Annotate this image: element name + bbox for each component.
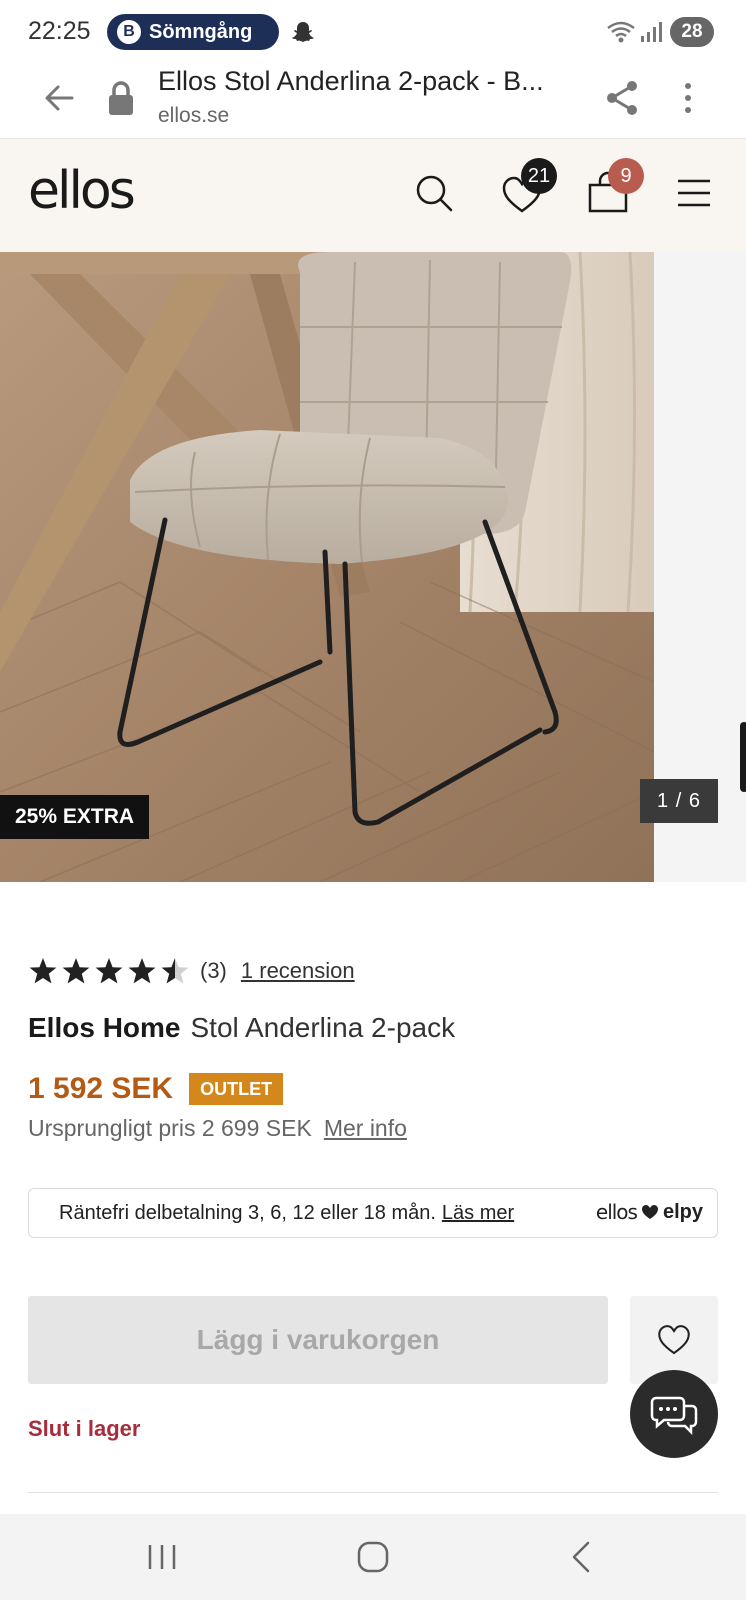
product-rating: (3) 1 recension <box>28 954 355 988</box>
snapchat-icon <box>292 22 314 42</box>
partner-elpy: elpy <box>662 1200 703 1223</box>
product-image-gallery[interactable]: 25% EXTRA 1 / 6 <box>0 252 746 882</box>
product-name: Stol Anderlina 2-pack <box>190 1012 456 1043</box>
chat-bubbles-icon <box>650 1396 698 1436</box>
status-time: 22:25 <box>28 17 91 45</box>
notification-app-icon: B <box>117 20 141 44</box>
read-more-link[interactable]: Läs mer <box>442 1202 514 1225</box>
product-brand[interactable]: Ellos Home <box>28 1012 180 1043</box>
product-price: 1 592 SEK <box>28 1072 174 1105</box>
next-image-edge <box>740 722 746 792</box>
share-icon[interactable] <box>604 78 640 118</box>
stock-status: Slut i lager <box>28 1416 141 1441</box>
recent-apps-icon[interactable] <box>146 1542 178 1572</box>
nav-back-icon[interactable] <box>568 1540 594 1574</box>
lock-icon <box>109 81 133 115</box>
more-options-icon[interactable] <box>676 80 700 116</box>
system-navigation-bar <box>0 1514 746 1600</box>
home-icon[interactable] <box>356 1541 390 1573</box>
chat-button[interactable] <box>630 1370 718 1458</box>
battery-icon: 28 <box>670 17 714 47</box>
wishlist-count-badge: 21 <box>521 158 557 194</box>
hamburger-menu-icon[interactable] <box>676 177 712 209</box>
heart-outline-icon <box>658 1325 690 1355</box>
review-link[interactable]: 1 recension <box>241 958 355 984</box>
add-to-cart-button[interactable]: Lägg i varukorgen <box>28 1296 608 1384</box>
browser-url-bar: Ellos Stol Anderlina 2-pack - B... ellos… <box>0 62 746 139</box>
site-header: ellos 21 9 <box>0 139 746 252</box>
heart-icon <box>641 1205 658 1219</box>
rating-stars <box>29 958 189 984</box>
page-title[interactable]: Ellos Stol Anderlina 2-pack - B... <box>158 66 578 97</box>
cart-count-badge: 9 <box>608 158 644 194</box>
star-icon <box>29 958 57 984</box>
star-icon <box>62 958 90 984</box>
rating-count: (3) <box>200 958 227 983</box>
notification-label: Sömngång <box>149 20 253 43</box>
price-row: 1 592 SEK OUTLET <box>28 1072 284 1106</box>
outlet-badge: OUTLET <box>189 1073 284 1105</box>
star-icon <box>128 958 156 984</box>
signal-icon <box>641 22 662 42</box>
wifi-icon <box>607 21 635 43</box>
ellos-elpy-logo: ellos elpy <box>596 1200 703 1224</box>
promo-badge: 25% EXTRA <box>0 795 150 839</box>
original-price-row: Ursprungligt pris 2 699 SEK Mer info <box>28 1115 407 1142</box>
back-arrow-icon[interactable] <box>40 78 80 118</box>
search-icon[interactable] <box>414 173 454 213</box>
url-domain[interactable]: ellos.se <box>158 104 229 128</box>
notification-pill[interactable]: B Sömngång <box>107 14 279 50</box>
financing-banner[interactable]: Räntefri delbetalning 3, 6, 12 eller 18 … <box>28 1188 718 1238</box>
section-divider <box>28 1492 718 1493</box>
partner-ellos: ellos <box>595 1200 638 1224</box>
product-title: Ellos Home Stol Anderlina 2-pack <box>28 1012 455 1044</box>
more-info-link[interactable]: Mer info <box>324 1115 407 1141</box>
financing-text: Räntefri delbetalning 3, 6, 12 eller 18 … <box>59 1201 436 1224</box>
status-bar: 22:25 B Sömngång 28 <box>0 0 746 62</box>
star-icon <box>95 958 123 984</box>
ellos-logo[interactable]: ellos <box>28 161 136 221</box>
product-image[interactable] <box>0 252 654 882</box>
image-counter: 1 / 6 <box>640 779 718 823</box>
original-price: Ursprungligt pris 2 699 SEK <box>28 1115 312 1141</box>
